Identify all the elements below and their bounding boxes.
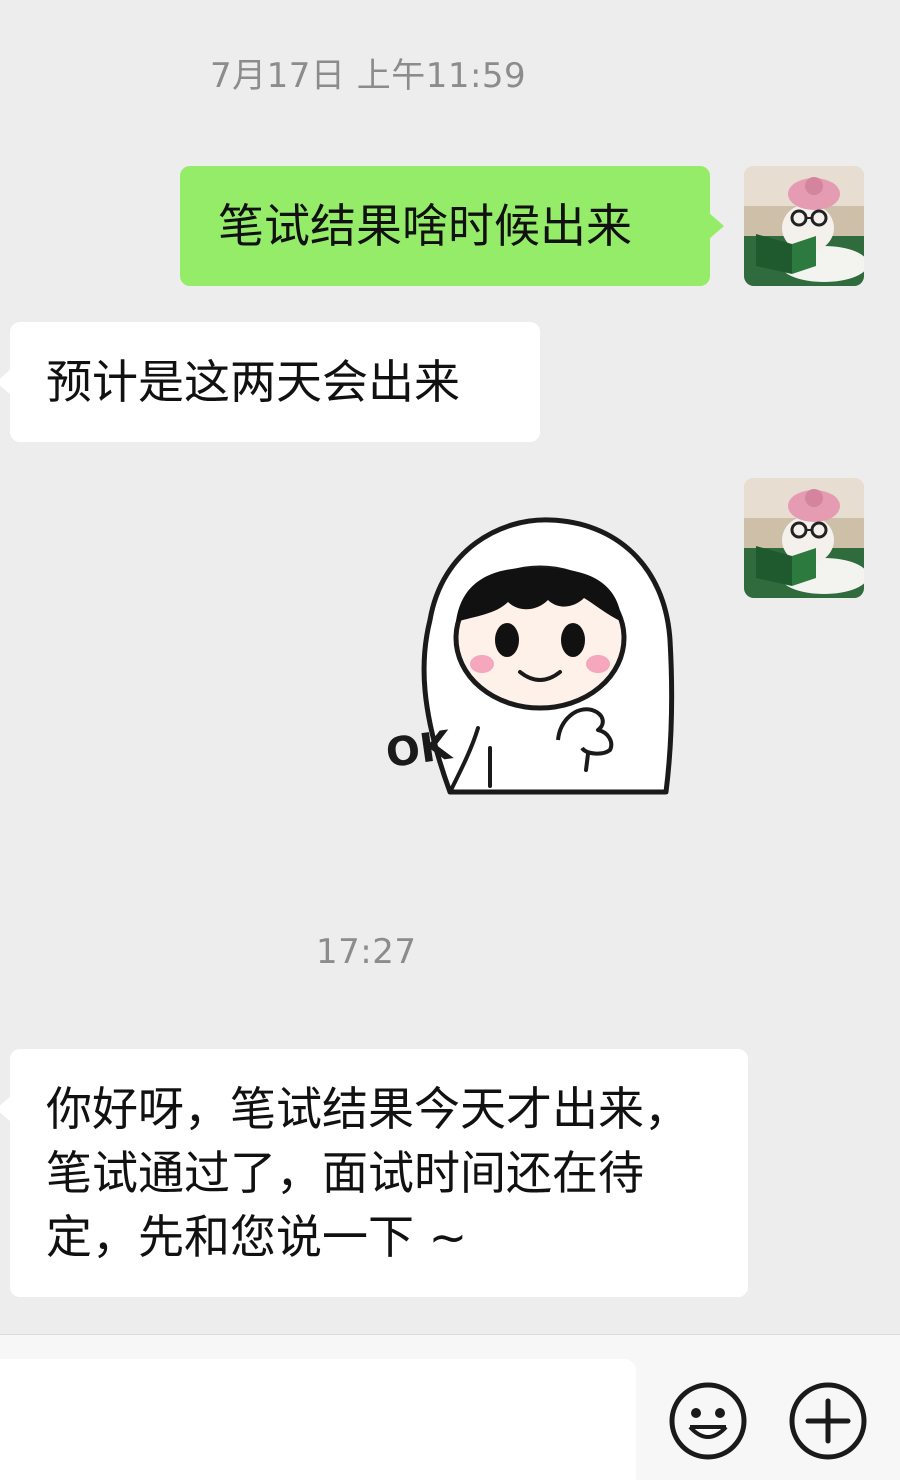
received-message-line-3: 定，先和您说一下 ~ <box>46 1210 468 1264</box>
cat-reading-avatar-icon <box>744 166 864 286</box>
smiley-face-icon <box>669 1382 747 1460</box>
timestamp-2: 17:27 <box>316 932 417 972</box>
more-options-button[interactable] <box>788 1381 868 1461</box>
received-message-text: 预计是这两天会出来 <box>46 355 460 409</box>
sticker-ok-label: OK <box>383 722 456 777</box>
message-input-bar <box>0 1334 900 1480</box>
timestamp-1: 7月17日 上午11:59 <box>210 56 527 96</box>
received-message-bubble-long[interactable]: 你好呀，笔试结果今天才出来， 笔试通过了，面试时间还在待 定，先和您说一下 ~ <box>0 1049 748 1297</box>
message-input[interactable] <box>0 1359 636 1480</box>
cat-reading-avatar-icon <box>744 478 864 598</box>
sent-message-text: 笔试结果啥时候出来 <box>218 199 632 253</box>
chat-screen: 7月17日 上午11:59 笔试结果啥时候出来 预计是这两天会出来 OK 17:… <box>0 0 900 1480</box>
my-avatar[interactable] <box>744 478 864 598</box>
received-message-line-2: 笔试通过了，面试时间还在待 <box>46 1146 644 1200</box>
emoji-button[interactable] <box>668 1381 748 1461</box>
ok-cartoon-sticker-icon: OK <box>383 517 675 795</box>
ok-sticker[interactable]: OK <box>380 510 680 810</box>
sent-message-bubble[interactable]: 笔试结果啥时候出来 <box>180 166 724 286</box>
plus-circle-icon <box>789 1382 867 1460</box>
received-message-line-1: 你好呀，笔试结果今天才出来， <box>46 1082 690 1136</box>
received-message-bubble[interactable]: 预计是这两天会出来 <box>0 322 540 442</box>
my-avatar[interactable] <box>744 166 864 286</box>
